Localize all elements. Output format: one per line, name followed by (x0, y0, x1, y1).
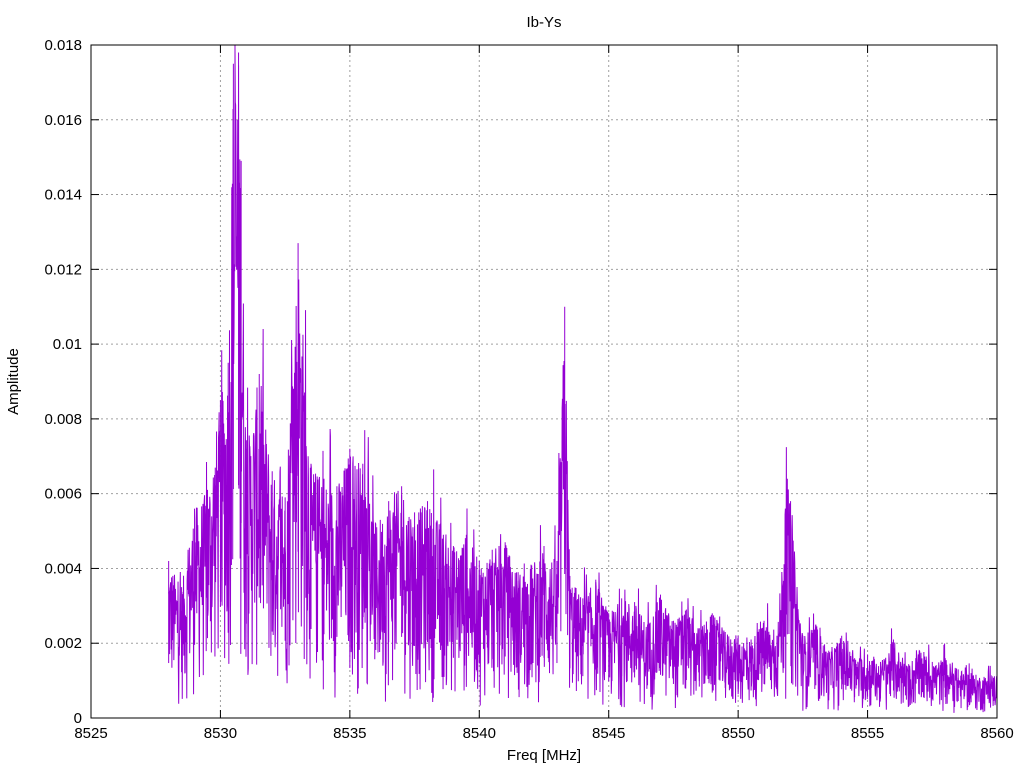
y-tick-label: 0.008 (44, 411, 82, 428)
y-tick-label: 0.006 (44, 486, 82, 503)
y-tick-label: 0.012 (44, 261, 82, 278)
y-tick-label: 0.014 (44, 187, 82, 204)
x-tick-label: 8525 (74, 725, 107, 742)
x-tick-label: 8560 (980, 725, 1013, 742)
y-tick-label: 0.01 (53, 336, 82, 353)
series-layer (168, 44, 998, 713)
x-tick-label: 8540 (463, 725, 496, 742)
x-tick-label: 8535 (333, 725, 366, 742)
x-tick-label: 8530 (204, 725, 237, 742)
y-tick-label: 0.016 (44, 112, 82, 129)
x-tick-labels: 8525 8530 8535 8540 8545 8550 8555 8560 (74, 725, 1013, 742)
x-tick-label: 8555 (851, 725, 884, 742)
chart-title: Ib-Ys (526, 14, 561, 31)
y-tick-label: 0 (74, 710, 82, 727)
x-tick-label: 8550 (721, 725, 754, 742)
y-tick-label: 0.002 (44, 635, 82, 652)
x-axis-title: Freq [MHz] (507, 747, 581, 764)
y-tick-label: 0.018 (44, 37, 82, 54)
spectrum-chart: 8525 8530 8535 8540 8545 8550 8555 8560 00.0020… (5, 14, 1014, 764)
y-tick-label: 0.004 (44, 560, 82, 577)
y-tick-labels: 0 0.002 0.004 0.006 0.008 0.01 0.012 0.014 0.016… (44, 37, 82, 727)
x-tick-label: 8545 (592, 725, 625, 742)
y-axis-title: Amplitude (5, 348, 22, 415)
